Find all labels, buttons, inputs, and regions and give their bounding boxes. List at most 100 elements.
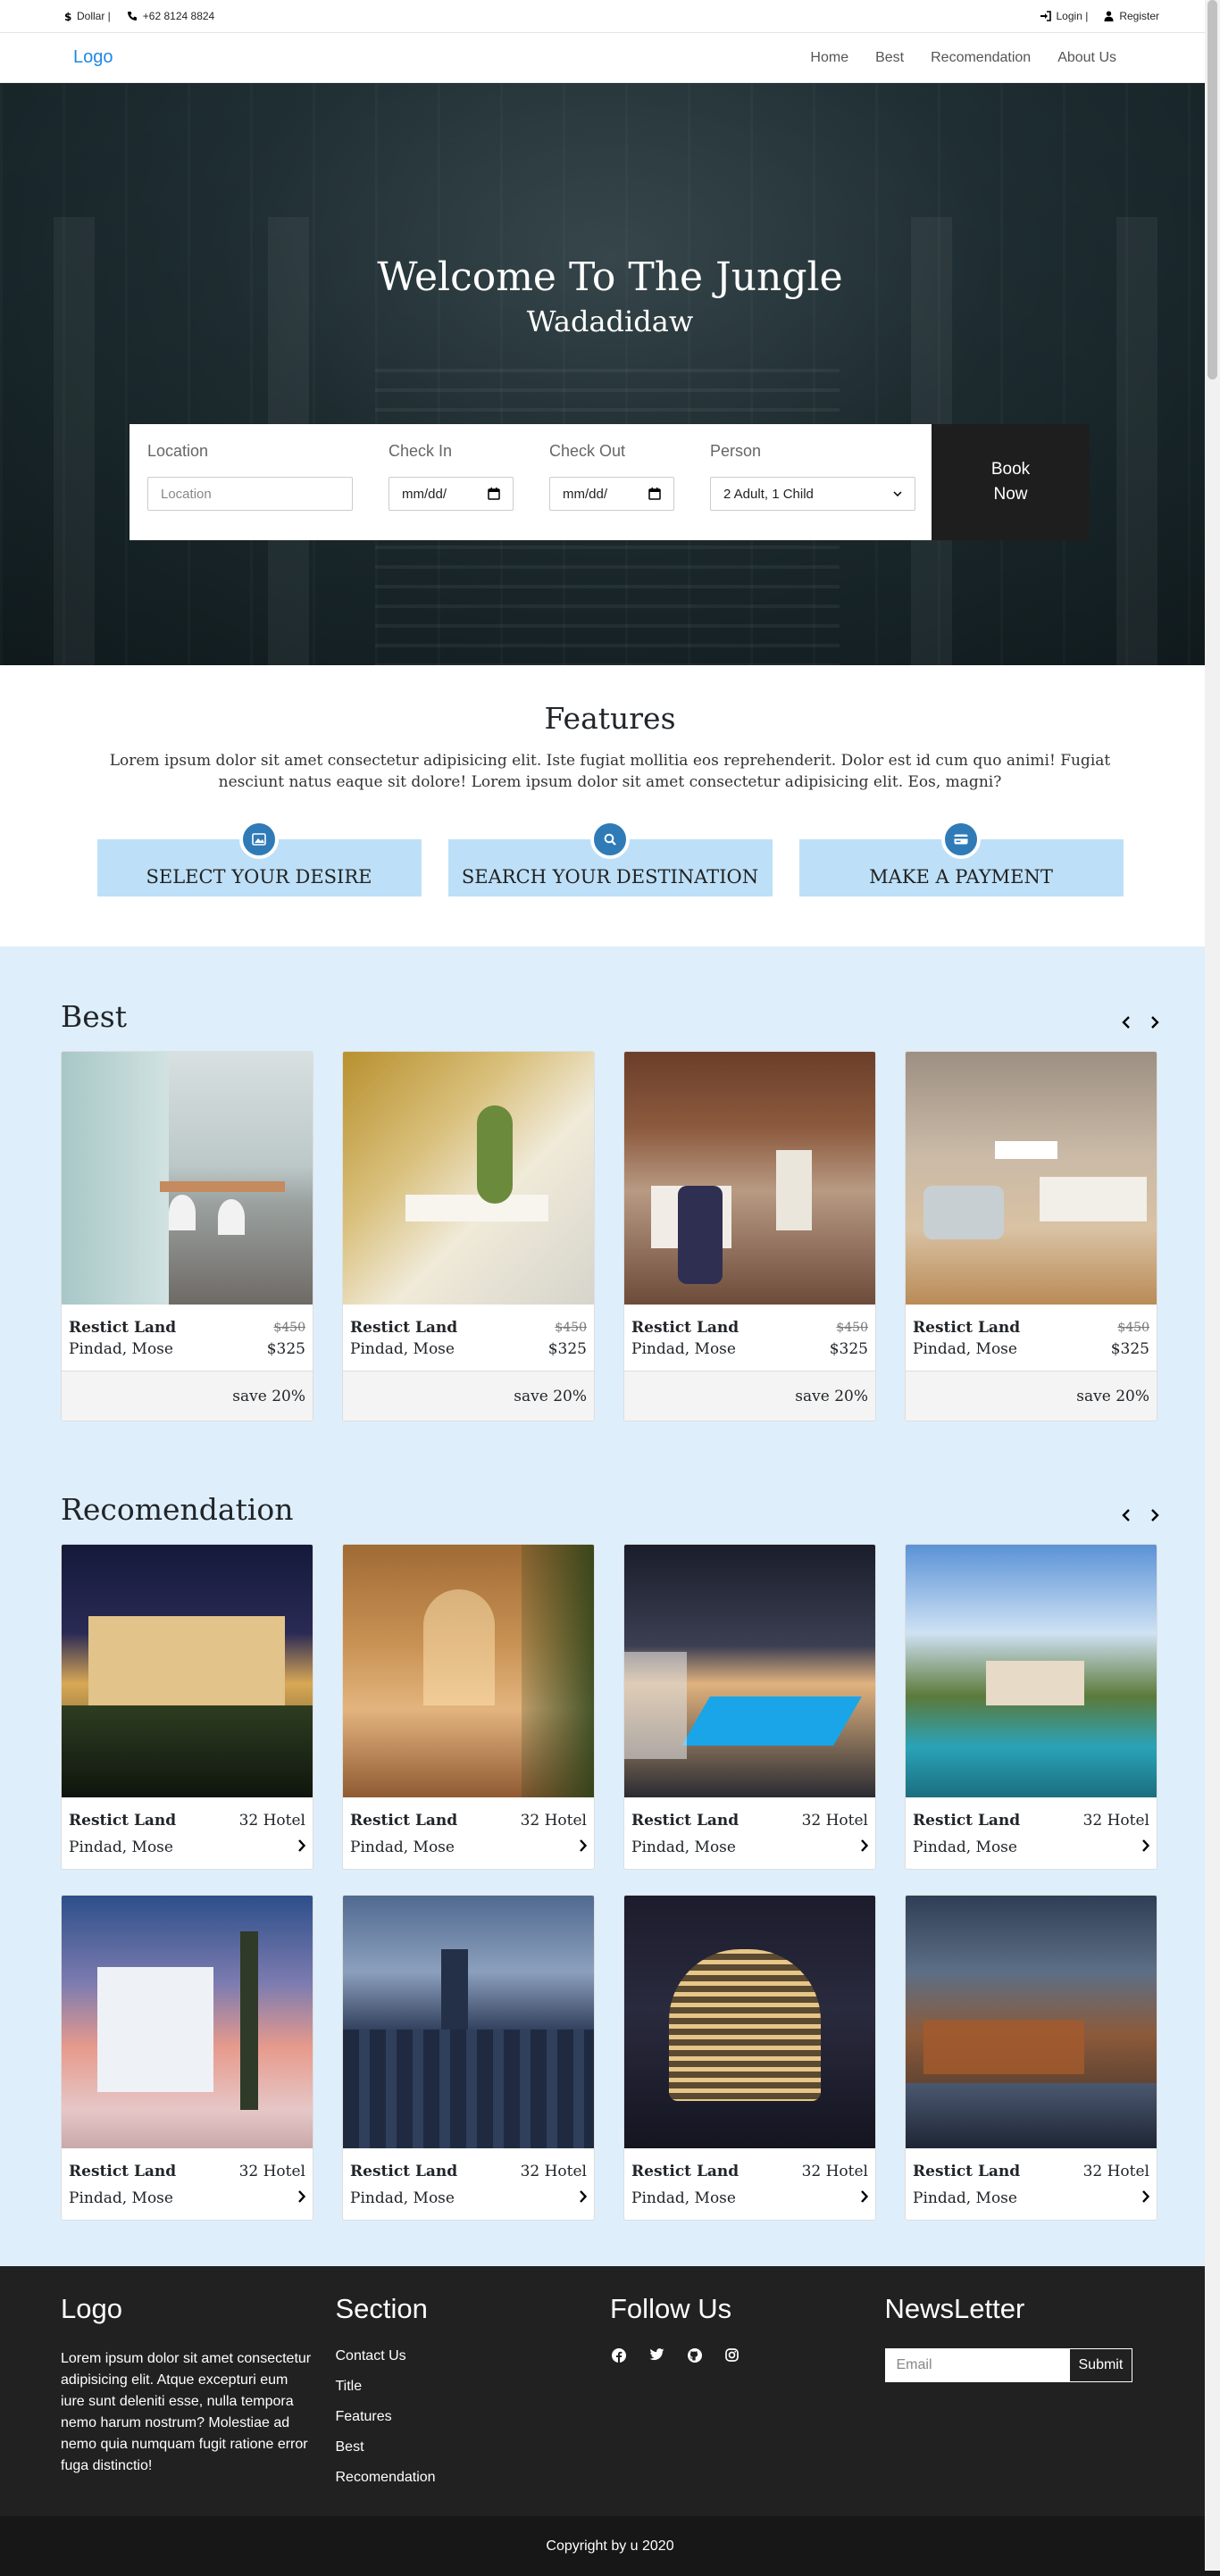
best-card[interactable]: Restict Land $450 Pindad, Mose $325 save 2…	[61, 1051, 313, 1421]
hotel-location: Pindad, Mose	[350, 2189, 455, 2207]
best-card[interactable]: Restict Land $450 Pindad, Mose $325 save 2…	[342, 1051, 595, 1421]
newsletter-email-input[interactable]: Email	[884, 2348, 1069, 2382]
hotel-location: Pindad, Mose	[69, 1340, 173, 1358]
nav-link-home[interactable]: Home	[810, 50, 848, 66]
hotel-name: Restict Land	[631, 2163, 740, 2180]
github-icon[interactable]	[688, 2348, 702, 2367]
footer-link-title[interactable]: Title	[336, 2379, 611, 2395]
hotel-name: Restict Land	[69, 2163, 177, 2180]
recomendation-card[interactable]: Restict Land 32 Hotel Pindad, Mose	[905, 1544, 1157, 1870]
hotel-name: Restict Land	[69, 1812, 177, 1830]
book-now-button[interactable]: Book Now	[932, 424, 1090, 540]
hotel-name: Restict Land	[350, 1319, 458, 1337]
recomendation-card[interactable]: Restict Land 32 Hotel Pindad, Mose	[61, 1544, 313, 1870]
hotel-name: Restict Land	[350, 2163, 458, 2180]
chevron-right-icon[interactable]	[860, 2189, 869, 2207]
chevron-left-icon[interactable]	[1122, 1504, 1131, 1527]
chevron-right-icon[interactable]	[297, 2189, 306, 2207]
chevron-right-icon[interactable]	[1150, 1011, 1159, 1034]
nav-logo[interactable]: Logo	[73, 47, 113, 68]
price: $325	[266, 1340, 305, 1358]
phone-number: +62 8124 8824	[142, 10, 215, 22]
recomendation-grid: Restict Land 32 Hotel Pindad, Mose Restic…	[61, 1544, 1159, 2221]
old-price: $450	[273, 1321, 305, 1335]
phone-contact[interactable]: +62 8124 8824	[127, 10, 214, 22]
footer-link-recomendation[interactable]: Recomendation	[336, 2470, 611, 2486]
recomendation-card[interactable]: Restict Land 32 Hotel Pindad, Mose	[342, 1895, 595, 2221]
hotel-photo	[62, 1896, 313, 2148]
discount-label: save 20%	[62, 1371, 313, 1421]
hotel-count: 32 Hotel	[801, 1812, 868, 1830]
login-link[interactable]: Login |	[1040, 10, 1088, 22]
hotel-photo	[343, 1545, 594, 1797]
hotel-location: Pindad, Mose	[631, 1838, 736, 1856]
search-icon	[590, 820, 630, 859]
discount-label: save 20%	[906, 1371, 1157, 1421]
person-label: Person	[710, 442, 762, 460]
chevron-right-icon[interactable]	[1141, 2189, 1150, 2207]
recomendation-card[interactable]: Restict Land 32 Hotel Pindad, Mose	[623, 1544, 876, 1870]
sign-in-icon	[1040, 11, 1051, 21]
currency-selector[interactable]: $ Dollar |	[64, 10, 111, 22]
card-body: Restict Land 32 Hotel Pindad, Mose	[906, 1797, 1157, 1869]
chevron-left-icon[interactable]	[1122, 1011, 1131, 1034]
listing-sections: Best Restict Land $450 Pindad, Mose $325 s…	[0, 946, 1220, 2266]
recomendation-card[interactable]: Restict Land 32 Hotel Pindad, Mose	[342, 1544, 595, 1870]
scrollbar-thumb[interactable]	[1207, 0, 1217, 379]
chevron-right-icon[interactable]	[297, 1838, 306, 1856]
footer-logo[interactable]: Logo	[61, 2293, 336, 2325]
register-link[interactable]: Register	[1104, 10, 1159, 22]
chevron-right-icon[interactable]	[860, 1838, 869, 1856]
calendar-icon[interactable]	[488, 488, 500, 500]
hotel-photo	[343, 1052, 594, 1305]
nav-link-best[interactable]: Best	[875, 50, 904, 66]
footer-link-features[interactable]: Features	[336, 2409, 611, 2425]
card-body: Restict Land 32 Hotel Pindad, Mose	[62, 1797, 313, 1869]
hotel-count: 32 Hotel	[238, 1812, 305, 1830]
discount-label: save 20%	[624, 1371, 875, 1421]
chevron-right-icon[interactable]	[1141, 1838, 1150, 1856]
calendar-icon[interactable]	[648, 488, 661, 500]
nav-link-about-us[interactable]: About Us	[1057, 50, 1116, 66]
checkout-input[interactable]: mm/dd/	[549, 477, 674, 511]
footer-link-best[interactable]: Best	[336, 2439, 611, 2455]
best-card[interactable]: Restict Land $450 Pindad, Mose $325 save 2…	[905, 1051, 1157, 1421]
hotel-location: Pindad, Mose	[913, 2189, 1017, 2207]
checkout-field: Check Out mm/dd/	[549, 442, 674, 540]
feature-card-label: SELECT YOUR DESIRE	[146, 866, 372, 888]
person-value: 2 Adult, 1 Child	[723, 486, 814, 502]
recomendation-card[interactable]: Restict Land 32 Hotel Pindad, Mose	[905, 1895, 1157, 2221]
feature-cards: SELECT YOUR DESIRE SEARCH YOUR DESTINATI…	[0, 820, 1220, 896]
register-label: Register	[1119, 10, 1159, 22]
recomendation-card[interactable]: Restict Land 32 Hotel Pindad, Mose	[61, 1895, 313, 2221]
checkin-field: Check In mm/dd/	[389, 442, 514, 540]
chevron-right-icon[interactable]	[1150, 1504, 1159, 1527]
chevron-right-icon[interactable]	[579, 1838, 588, 1856]
footer: Logo Lorem ipsum dolor sit amet consecte…	[0, 2266, 1220, 2516]
nav-link-recomendation[interactable]: Recomendation	[931, 50, 1031, 66]
footer-link-contact[interactable]: Contact Us	[336, 2348, 611, 2364]
feature-card-search: SEARCH YOUR DESTINATION	[447, 820, 773, 896]
footer-section: Section Contact Us Title Features Best R…	[336, 2293, 611, 2516]
currency-label: Dollar |	[77, 10, 111, 22]
newsletter-submit-button[interactable]: Submit	[1068, 2348, 1133, 2382]
checkin-input[interactable]: mm/dd/	[389, 477, 514, 511]
best-card[interactable]: Restict Land $450 Pindad, Mose $325 save 2…	[623, 1051, 876, 1421]
recomendation-card[interactable]: Restict Land 32 Hotel Pindad, Mose	[623, 1895, 876, 2221]
hero-title: Welcome To The Jungle	[377, 254, 843, 300]
chevron-right-icon[interactable]	[579, 2189, 588, 2207]
hotel-name: Restict Land	[913, 2163, 1021, 2180]
hotel-photo	[906, 1545, 1157, 1797]
hotel-count: 32 Hotel	[238, 2163, 305, 2180]
feature-card-label: MAKE A PAYMENT	[869, 866, 1053, 888]
instagram-icon[interactable]	[725, 2348, 739, 2367]
person-select[interactable]: 2 Adult, 1 Child	[710, 477, 915, 511]
page-scrollbar[interactable]	[1205, 0, 1220, 2571]
twitter-icon[interactable]	[649, 2348, 664, 2367]
user-icon	[1104, 11, 1114, 21]
facebook-icon[interactable]	[612, 2348, 626, 2367]
location-input[interactable]: Location	[147, 477, 353, 511]
hotel-count: 32 Hotel	[1082, 1812, 1149, 1830]
dollar-icon: $	[64, 11, 71, 21]
recomendation-title: Recomendation	[61, 1492, 294, 1527]
